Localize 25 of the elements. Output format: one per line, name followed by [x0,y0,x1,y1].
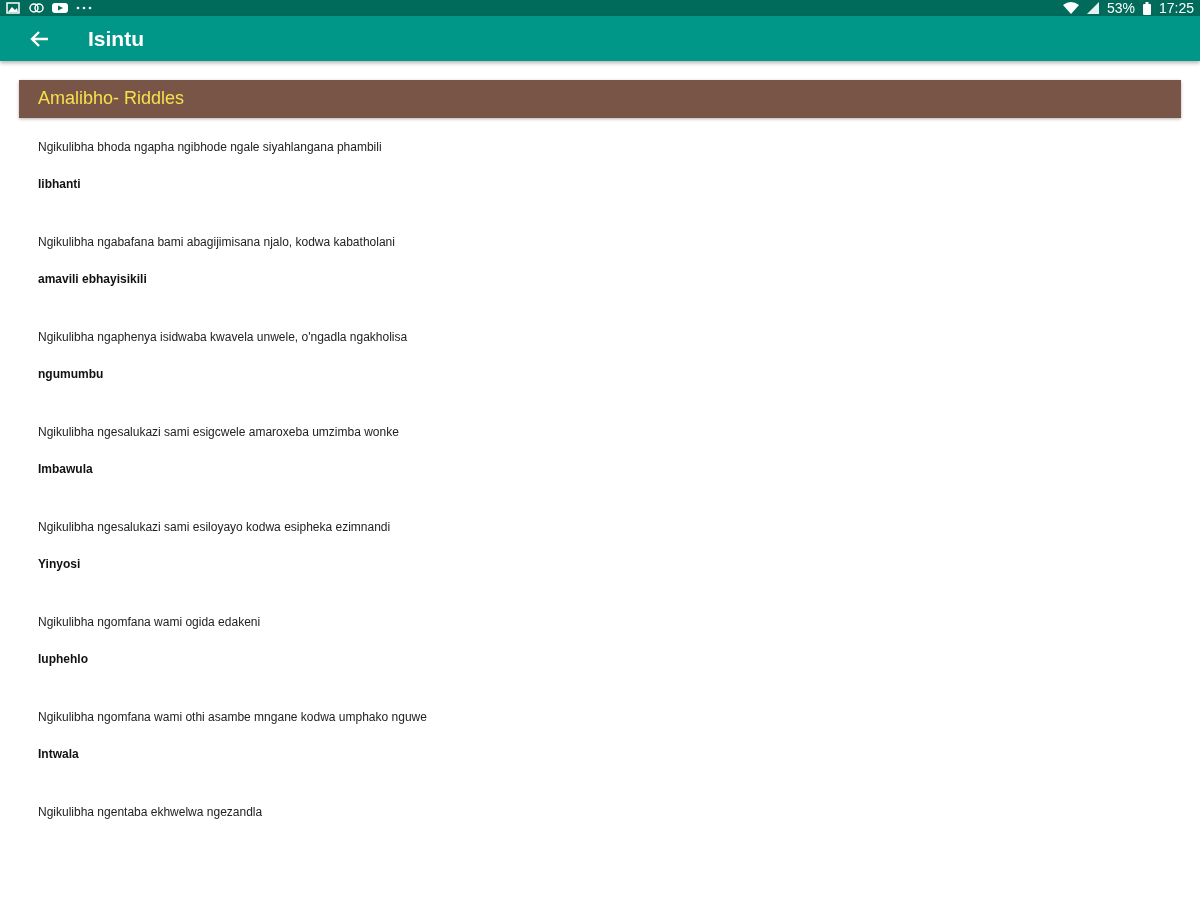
riddle-answer: libhanti [38,177,82,191]
wifi-icon [1062,2,1079,15]
more-icon [76,6,92,11]
riddle-question: Ngikulibha bhoda ngapha ngibhode ngale siyahlangana phambili [38,140,383,154]
riddle-question: Ngikulibha ngaphenya isidwaba kwavela unwele, o'ngadla ngakholisa [38,330,409,344]
clock-time: 17:25 [1158,0,1194,17]
riddle-answer: ngumumbu [38,367,105,381]
screen-title: Isintu [88,26,144,51]
riddle-answer: Imbawula [38,462,94,476]
battery-icon [1142,1,1151,15]
riddle-question: Ngikulibha ngesalukazi sami esigcwele amaroxeba umzimba wonke [38,425,400,439]
riddle-question: Ngikulibha ngabafana bami abagijimisana njalo, kodwa kabatholani [38,235,396,249]
riddle-question: Ngikulibha ngesalukazi sami esiloyayo kodwa esipheka ezimnandi [38,520,392,534]
section-title: Amalibho- Riddles [38,88,185,110]
image-icon [6,2,20,15]
back-arrow-icon [30,28,50,49]
battery-percent: 53% [1106,0,1135,17]
riddle-answer: Yinyosi [38,557,82,571]
riddle-answer: amavili ebhayisikili [38,272,148,286]
riddle-answer: Intwala [38,747,80,761]
riddle-answer: luphehlo [38,652,89,666]
riddle-question: Ngikulibha ngomfana wami ogida edakeni [38,615,262,629]
riddle-question: Ngikulibha ngentaba ekhwelwa ngezandla [38,805,264,819]
riddle-question: Ngikulibha ngomfana wami othi asambe mngane kodwa umphako nguwe [38,710,428,724]
back-button[interactable] [30,28,50,49]
